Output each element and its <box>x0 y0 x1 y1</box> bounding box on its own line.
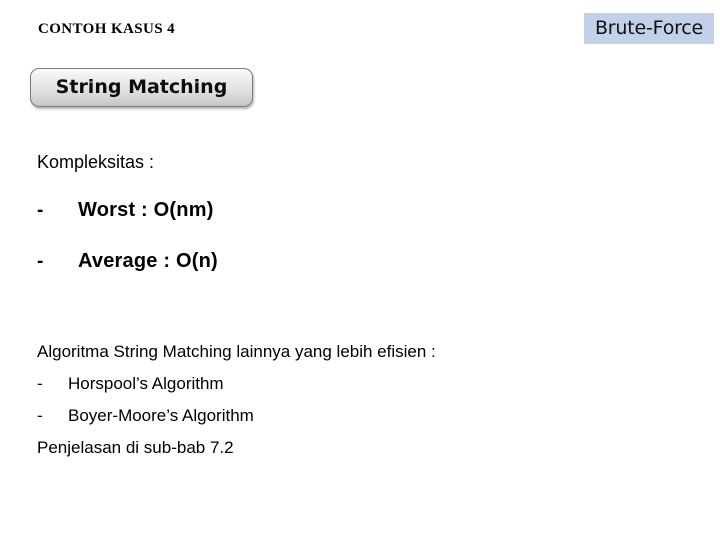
list-item: - Horspool’s Algorithm <box>37 368 657 400</box>
list-item: - Boyer-Moore’s Algorithm <box>37 400 657 432</box>
boyer-moore-algorithm-text: Boyer-Moore’s Algorithm <box>68 406 254 425</box>
other-algorithms-block: Algoritma String Matching lainnya yang l… <box>37 336 657 464</box>
complexity-heading: Kompleksitas : <box>37 152 155 172</box>
slide-canvas: Brute-Force CONTOH KASUS 4 String Matchi… <box>0 0 720 540</box>
complexity-worst-text: Worst : O(nm) <box>78 199 214 221</box>
complexity-list: - Worst : O(nm) - Average : O(n) <box>37 198 457 300</box>
horspool-algorithm-text: Horspool’s Algorithm <box>68 374 224 393</box>
list-item: - Worst : O(nm) <box>37 198 457 249</box>
other-algorithms-intro: Algoritma String Matching lainnya yang l… <box>37 342 436 361</box>
bullet-dash-icon: - <box>37 251 44 272</box>
bullet-dash-icon: - <box>37 406 43 425</box>
slide-body: Kompleksitas : - Worst : O(nm) - Average… <box>0 0 720 540</box>
other-algorithms-footer: Penjelasan di sub-bab 7.2 <box>37 438 234 457</box>
bullet-dash-icon: - <box>37 200 44 221</box>
bullet-dash-icon: - <box>37 374 43 393</box>
complexity-average-text: Average : O(n) <box>78 250 218 272</box>
list-item: - Average : O(n) <box>37 249 457 300</box>
